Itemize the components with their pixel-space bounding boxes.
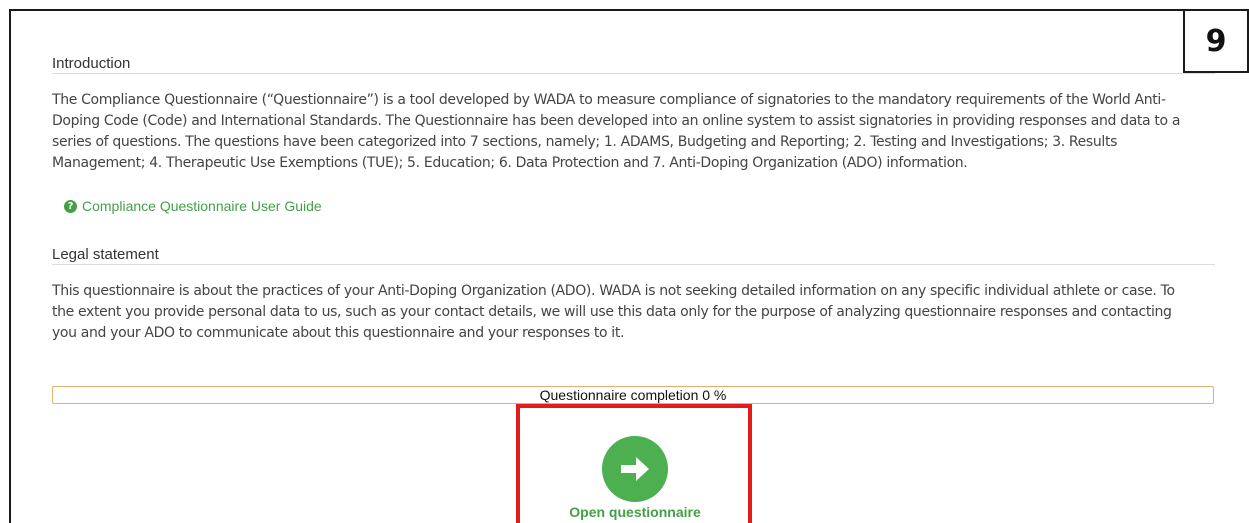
legal-line: you and your ADO to communicate about th… (52, 325, 625, 341)
legal-statement-divider (52, 264, 1215, 265)
introduction-line: series of questions. The questions have … (52, 134, 1118, 150)
legal-line: This questionnaire is about the practice… (52, 283, 1175, 299)
user-guide-link-label: Compliance Questionnaire User Guide (82, 198, 322, 214)
legal-line: the extent you provide personal data to … (52, 304, 1172, 320)
arrow-right-circle-icon (602, 436, 668, 502)
introduction-text: The Compliance Questionnaire (“Questionn… (52, 90, 1222, 174)
completion-progress-label: Questionnaire completion 0 % (539, 387, 727, 403)
legal-statement-heading: Legal statement (52, 246, 159, 263)
arrow-right-glyph (621, 457, 649, 481)
open-questionnaire-label: Open questionnaire (569, 504, 701, 520)
introduction-divider (52, 73, 1215, 74)
introduction-line: Doping Code (Code) and International Sta… (52, 113, 1181, 129)
introduction-line: The Compliance Questionnaire (“Questionn… (52, 92, 1166, 108)
user-guide-link[interactable]: ? Compliance Questionnaire User Guide (64, 198, 322, 214)
introduction-line: Management; 4. Therapeutic Use Exemption… (52, 155, 968, 171)
step-number-badge: 9 (1183, 9, 1249, 73)
open-questionnaire-button[interactable]: Open questionnaire (560, 436, 710, 523)
completion-progress-bar: Questionnaire completion 0 % (52, 386, 1214, 404)
question-circle-icon: ? (64, 199, 77, 213)
introduction-heading: Introduction (52, 55, 131, 72)
legal-statement-text: This questionnaire is about the practice… (52, 281, 1222, 344)
